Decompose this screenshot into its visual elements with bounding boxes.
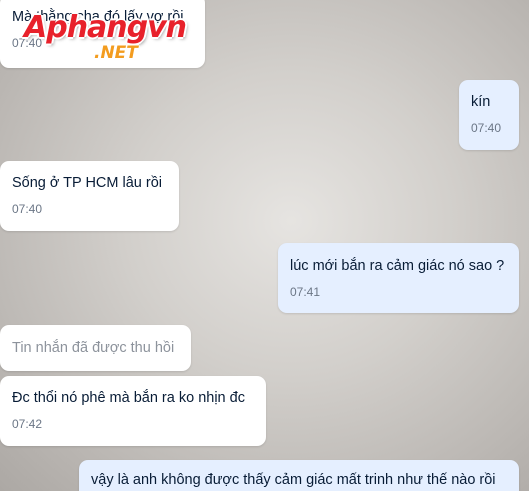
message-bubble-incoming[interactable]: Đc thổi nó phê mà bắn ra ko nhịn đc 07:4… — [0, 376, 266, 446]
message-time: 07:40 — [12, 36, 43, 50]
message-bubble-incoming[interactable]: Mà thằng cha đó lấy vợ rồi 07:40 — [0, 0, 205, 68]
recalled-message-text: Tin nhắn đã được thu hồi — [12, 340, 175, 356]
message-text: vậy là anh không được thấy cảm giác mất … — [91, 472, 496, 488]
message-bubble-outgoing[interactable]: vậy là anh không được thấy cảm giác mất … — [79, 460, 519, 491]
message-time: 07:40 — [471, 121, 502, 135]
chat-message-list[interactable]: Mà thằng cha đó lấy vợ rồi 07:40 kín 07:… — [0, 0, 529, 491]
message-text: Mà thằng cha đó lấy vợ rồi — [12, 9, 184, 25]
message-time: 07:40 — [12, 202, 43, 216]
message-bubble-outgoing[interactable]: kín 07:40 — [459, 80, 519, 150]
message-text: Đc thổi nó phê mà bắn ra ko nhịn đc — [12, 390, 245, 406]
message-text: kín — [471, 94, 491, 110]
message-text: Sống ở TP HCM lâu rồi — [12, 175, 163, 191]
message-bubble-outgoing[interactable]: lúc mới bắn ra cảm giác nó sao ? 07:41 — [278, 243, 519, 313]
message-time: 07:41 — [290, 285, 321, 299]
message-text: lúc mới bắn ra cảm giác nó sao ? — [290, 258, 505, 274]
message-time: 07:42 — [12, 417, 43, 431]
message-bubble-incoming[interactable]: Sống ở TP HCM lâu rồi 07:40 — [0, 161, 179, 231]
recalled-message-bubble[interactable]: Tin nhắn đã được thu hồi — [0, 325, 191, 371]
